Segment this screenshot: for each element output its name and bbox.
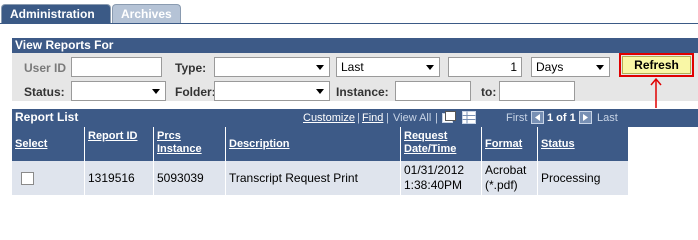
- first-page-button[interactable]: [531, 111, 544, 124]
- col-format[interactable]: Format: [482, 127, 538, 161]
- cell-description[interactable]: Transcript Request Print: [226, 161, 401, 195]
- chevron-down-icon: [426, 65, 434, 70]
- type-label: Type:: [175, 61, 207, 75]
- cell-prcs-instance: 5093039: [154, 161, 226, 195]
- arrow-right-icon: [583, 114, 588, 121]
- instance-from-input[interactable]: [395, 81, 471, 101]
- units-value: Days: [536, 60, 564, 74]
- request-date: 01/31/2012: [404, 163, 465, 177]
- arrow-up-icon: [650, 77, 662, 108]
- user-id-label: User ID: [24, 61, 67, 75]
- col-select[interactable]: Select: [12, 127, 85, 161]
- nav-separator: |: [357, 112, 360, 124]
- page-range: 1 of 1: [547, 112, 576, 124]
- units-select[interactable]: Days: [531, 57, 610, 77]
- chevron-down-icon: [316, 89, 324, 94]
- folder-label: Folder:: [175, 85, 216, 99]
- find-link[interactable]: Find: [362, 112, 383, 124]
- chevron-down-icon: [316, 65, 324, 70]
- to-label: to:: [481, 85, 497, 99]
- chevron-down-icon: [596, 65, 604, 70]
- download-grid-icon[interactable]: [462, 111, 476, 124]
- cell-report-id: 1319516: [85, 161, 154, 195]
- col-description[interactable]: Description: [226, 127, 401, 161]
- view-all-link[interactable]: View All: [393, 112, 431, 124]
- new-window-icon[interactable]: [442, 111, 456, 124]
- customize-link[interactable]: Customize: [303, 112, 355, 124]
- col-request-datetime[interactable]: Request Date/Time: [401, 127, 482, 161]
- count-input[interactable]: 1: [448, 57, 522, 77]
- type-select[interactable]: [214, 57, 330, 77]
- instance-label: Instance:: [336, 85, 389, 99]
- refresh-button[interactable]: Refresh: [622, 56, 691, 74]
- tab-divider: [0, 23, 698, 24]
- user-id-input[interactable]: [71, 57, 162, 77]
- nav-separator: |: [435, 112, 438, 124]
- request-time: 1:38:40PM: [404, 178, 463, 192]
- nav-separator: |: [386, 112, 389, 124]
- chevron-down-icon: [152, 89, 160, 94]
- report-list-title: Report List: [15, 110, 79, 124]
- cell-request-datetime: 01/31/2012 1:38:40PM: [401, 161, 482, 195]
- status-select[interactable]: [71, 81, 166, 101]
- col-report-id[interactable]: Report ID: [85, 127, 154, 161]
- first-label: First: [506, 112, 528, 124]
- instance-to-input[interactable]: [499, 81, 575, 101]
- select-checkbox[interactable]: [21, 171, 34, 185]
- last-select[interactable]: Last: [336, 57, 440, 77]
- cell-format: Acrobat (*.pdf): [482, 161, 538, 195]
- tab-administration[interactable]: Administration: [1, 4, 111, 24]
- col-status[interactable]: Status: [538, 127, 628, 161]
- arrow-left-icon: [535, 114, 540, 121]
- last-label: Last: [597, 112, 618, 124]
- last-value: Last: [341, 60, 364, 74]
- status-label: Status:: [24, 85, 65, 99]
- table-row-select: [12, 161, 85, 195]
- cell-status: Processing: [538, 161, 628, 195]
- next-page-button[interactable]: [579, 111, 592, 124]
- tab-archives[interactable]: Archives: [112, 4, 181, 24]
- view-reports-header: View Reports For: [12, 38, 698, 53]
- report-list-header: Report List Customize | Find | View All …: [12, 109, 698, 127]
- col-prcs-instance[interactable]: Prcs Instance: [154, 127, 226, 161]
- folder-select[interactable]: [214, 81, 330, 101]
